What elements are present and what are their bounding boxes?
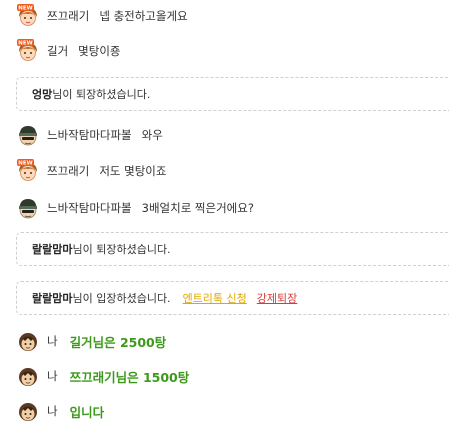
new-girl-avatar-icon[interactable]: NEW [16, 4, 40, 28]
notice-nickname[interactable]: 엉망 [32, 86, 52, 102]
sender-nickname[interactable]: 길거 [47, 43, 68, 59]
me-avatar-icon [16, 399, 40, 423]
me-avatar-icon [16, 364, 40, 388]
chat-message: 느바작탐마다파볼 3배얼치로 찍은거에요? [16, 194, 254, 222]
chat-message: NEW 쯔끄래기 저도 몇탕이죠 [16, 157, 166, 185]
me-avatar-icon [16, 329, 40, 353]
new-badge: NEW [18, 6, 32, 12]
new-girl-avatar-icon[interactable]: NEW [16, 159, 40, 183]
my-message: 나 입니다 [16, 397, 104, 425]
my-nickname: 나 [47, 334, 58, 348]
chat-message: 느바작탐마다파볼 와우 [16, 121, 163, 149]
message-text: 와우 [141, 128, 163, 142]
system-notice: 엉망 님이 퇴장하셨습니다. [16, 77, 449, 111]
my-nickname: 나 [47, 404, 58, 418]
message-text: 3배얼치로 찍은거에요? [141, 201, 254, 215]
chat-log: NEW 쯔끄래기 넵 충전하고올게요 NEW 길거 몇탕이죵 엉망 님이 퇴장하… [0, 0, 449, 431]
new-badge: NEW [18, 41, 32, 47]
my-message-text: 길거님은 2500탕 [69, 334, 167, 350]
chat-message: NEW 길거 몇탕이죵 [16, 37, 121, 65]
helmet-avatar-icon[interactable] [16, 196, 40, 220]
chat-message: NEW 쯔끄래기 넵 충전하고올게요 [16, 2, 188, 30]
sender-nickname[interactable]: 쯔끄래기 [47, 163, 89, 179]
entry-talk-request-link[interactable]: 엔트리톡 신청 [183, 290, 247, 306]
notice-text: 님이 퇴장하셨습니다. [72, 243, 171, 256]
notice-text: 님이 퇴장하셨습니다. [52, 88, 151, 101]
new-badge: NEW [18, 161, 32, 167]
force-kick-link[interactable]: 강제퇴장 [257, 290, 297, 306]
message-text: 몇탕이죵 [78, 44, 121, 58]
message-text: 넵 충전하고올게요 [99, 9, 188, 23]
notice-text: 님이 입장하셨습니다. [72, 292, 171, 305]
sender-nickname[interactable]: 느바작탐마다파볼 [47, 127, 132, 143]
sender-nickname[interactable]: 느바작탐마다파볼 [47, 200, 132, 216]
helmet-avatar-icon[interactable] [16, 123, 40, 147]
new-girl-avatar-icon[interactable]: NEW [16, 39, 40, 63]
my-nickname: 나 [47, 369, 58, 383]
message-text: 저도 몇탕이죠 [99, 164, 167, 178]
my-message: 나 쯔끄래기님은 1500탕 [16, 362, 189, 390]
my-message-text: 쯔끄래기님은 1500탕 [69, 369, 190, 385]
sender-nickname[interactable]: 쯔끄래기 [47, 8, 89, 24]
system-notice: 랄랄맘마 님이 퇴장하셨습니다. [16, 232, 449, 266]
my-message: 나 길거님은 2500탕 [16, 327, 166, 355]
my-message-text: 입니다 [69, 404, 105, 420]
system-notice: 랄랄맘마 님이 입장하셨습니다. 엔트리톡 신청 강제퇴장 [16, 281, 449, 315]
notice-nickname[interactable]: 랄랄맘마 [32, 241, 72, 257]
notice-nickname[interactable]: 랄랄맘마 [32, 290, 72, 306]
